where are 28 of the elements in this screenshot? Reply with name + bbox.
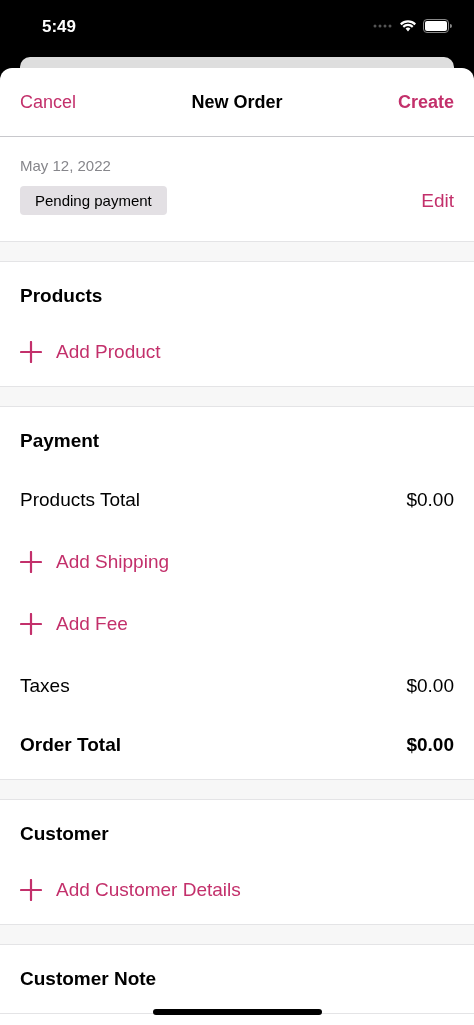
wifi-icon (399, 19, 417, 32)
status-time: 5:49 (42, 16, 77, 37)
add-button[interactable]: Add Shipping (20, 551, 170, 573)
screen-title: New Order (191, 91, 283, 113)
add-button[interactable]: Add Fee (20, 613, 128, 635)
add-button[interactable]: Add Product (20, 341, 161, 363)
section-heading: Products (20, 285, 103, 307)
status-badge: Pending payment (20, 186, 167, 215)
create-button[interactable]: Create (397, 91, 454, 113)
edit-button[interactable]: Edit (421, 189, 454, 212)
order-date: May 12, 2022 (20, 157, 112, 174)
plus-icon (20, 551, 42, 573)
signal-icon (373, 23, 393, 28)
line-amount: $0.00 (406, 489, 454, 511)
cancel-button[interactable]: Cancel (20, 91, 77, 113)
battery-icon (423, 18, 452, 33)
line-amount: $0.00 (406, 675, 454, 697)
add-button[interactable]: Add Customer Details (20, 879, 241, 901)
section-heading: Customer Note (20, 968, 157, 990)
section-heading: Customer (20, 823, 109, 845)
total-amount: $0.00 (406, 734, 454, 756)
plus-icon (20, 879, 42, 901)
line-label: Taxes (20, 675, 70, 697)
total-label: Order Total (20, 734, 121, 756)
plus-icon (20, 341, 42, 363)
plus-icon (20, 613, 42, 635)
line-label: Products Total (20, 489, 141, 511)
section-heading: Payment (20, 430, 100, 452)
